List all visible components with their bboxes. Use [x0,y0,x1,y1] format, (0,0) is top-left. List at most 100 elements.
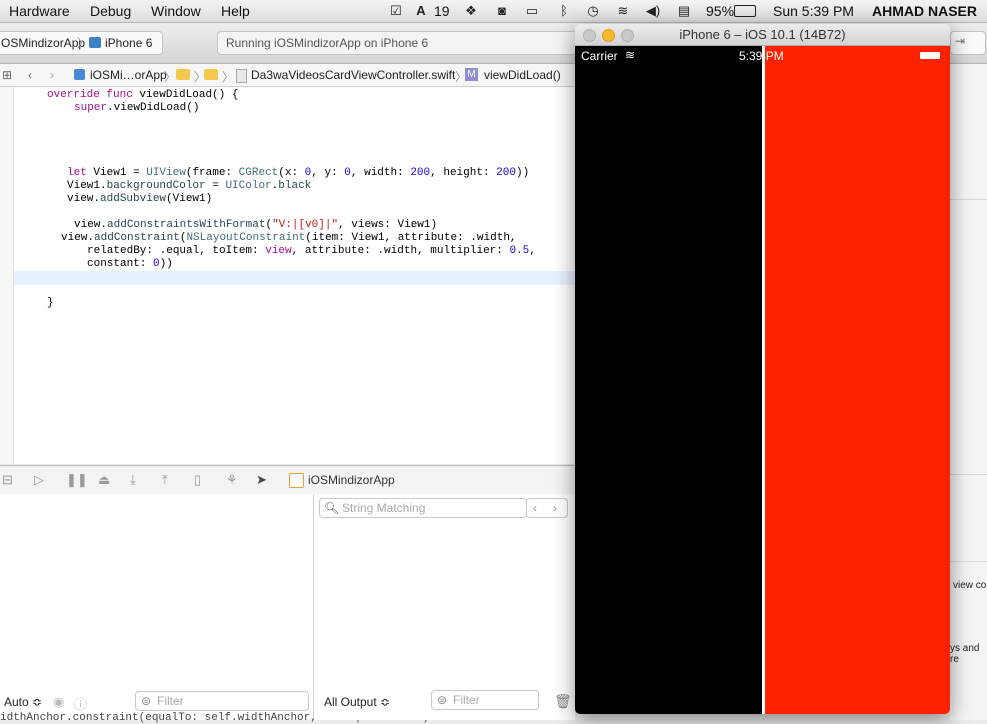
folder-icon[interactable] [204,69,218,80]
zoom-button[interactable] [621,29,634,42]
variables-filter-field[interactable]: ⊜ Filter [135,691,309,711]
scheme-selector[interactable]: OSMindizorApp 〉 iPhone 6 [0,31,163,55]
simulator-title: iPhone 6 – iOS 10.1 (14B72) [679,27,846,42]
battery-percent: 95% [706,3,735,19]
code-line: view.addConstraintsWithFormat("V:|[v0]|"… [74,219,438,231]
editor-gutter [0,87,14,464]
info-icon[interactable]: ⓘ [74,694,87,713]
menu-hardware[interactable]: Hardware [9,3,70,19]
battery-icon[interactable] [734,5,756,17]
search-placeholder: String Matching [342,501,426,515]
device-name: iPhone 6 [105,36,153,50]
console-view[interactable]: 🔍︎ String Matching ‹ › All Output ≎ ⊜ Fi… [314,494,575,720]
device-icon [89,37,101,48]
code-line: constant: 0)) [87,258,173,270]
wifi-icon: ≋ [625,48,636,62]
iphone-screen[interactable]: Carrier ≋ 5:39 PM [575,46,950,714]
code-line: super.viewDidLoad() [74,102,200,114]
trash-icon[interactable]: 🗑︎ [554,693,572,710]
code-line: view.addSubview(View1) [67,193,213,205]
project-icon [74,69,85,80]
notification-count: 19 [434,3,450,19]
jump-project[interactable]: iOSMi…orApp [90,68,167,82]
variables-view[interactable]: Auto ≎ ◉ ⓘ ⊜ Filter idthAnchor.constrain… [0,494,535,724]
inspector-peek: view co ys and re [950,64,987,720]
minimize-button[interactable] [602,29,615,42]
nav-forward-button[interactable]: ⇥ [950,31,986,55]
code-line: view.addConstraint(NSLayoutConstraint(it… [61,232,517,244]
activity-text: Running iOSMindizorApp on iPhone 6 [226,36,429,50]
clock[interactable]: Sun 5:39 PM [773,3,854,19]
variables-filter-placeholder: Filter [157,694,184,708]
user-name[interactable]: AHMAD NASER [872,3,977,19]
code-line: override func viewDidLoad() { [47,89,239,101]
menu-debug[interactable]: Debug [90,3,131,19]
activity-viewer: Running iOSMindizorApp on iPhone 6 [217,31,577,55]
back-chevron-icon[interactable]: ‹ [28,68,32,82]
wifi-icon[interactable]: ≋ [615,3,631,19]
forward-chevron-icon[interactable]: › [50,68,54,82]
carrier-label: Carrier [581,49,618,63]
code-editor[interactable]: override func viewDidLoad() { super.view… [0,87,575,464]
simulator-window[interactable]: iPhone 6 – iOS 10.1 (14B72) Carrier ≋ 5:… [575,24,950,714]
debug-target[interactable]: iOSMindizorApp [308,473,395,487]
code-line: relatedBy: .equal, toItem: view, attribu… [87,245,536,257]
jump-method[interactable]: viewDidLoad() [484,68,561,82]
memory-graph-icon[interactable]: ⚘ [226,472,238,488]
search-next-icon[interactable]: › [553,499,557,517]
code-line: let View1 = UIView(frame: CGRect(x: 0, y… [67,167,530,179]
notification-icon[interactable]: A [413,3,429,19]
red-view [765,46,950,714]
battery-icon [920,52,940,59]
pause-icon[interactable]: ❚❚ [66,472,88,488]
status-time: 5:39 PM [739,49,784,63]
console-filter-field[interactable]: ⊜ Filter [431,690,539,710]
filter-icon: ⊜ [141,694,152,708]
grid-icon[interactable]: ⊞ [2,68,12,82]
arrow-right-icon: ⇥ [955,34,966,48]
app-icon [289,473,304,488]
ios-status-bar: Carrier ≋ 5:39 PM [575,46,950,66]
menu-help[interactable]: Help [221,3,250,19]
bluetooth-icon[interactable]: ᛒ [556,3,572,19]
debug-bar: ⊟ ▷ ❚❚ ⏏ ⤓ ⤒ ▯ ⚘ ➤ iOSMindizorApp [0,465,575,495]
search-prev-icon[interactable]: ‹ [533,499,537,517]
method-icon: M [465,68,478,81]
search-icon: 🔍︎ [324,501,340,515]
hide-debug-area-icon[interactable]: ⊟ [2,472,13,488]
filter-icon: ⊜ [437,693,448,707]
step-over-icon[interactable]: ⏏ [98,472,110,488]
checkmark-status-icon[interactable]: ☑ [388,3,404,19]
inspector-text: view co [953,580,987,591]
menu-window[interactable]: Window [151,3,201,19]
simulator-titlebar[interactable]: iPhone 6 – iOS 10.1 (14B72) [575,24,950,46]
airplay-icon[interactable]: ▭ [524,3,540,19]
dropbox-icon[interactable]: ❖ [463,3,479,19]
scope-selector[interactable]: Auto ≎ [4,695,42,709]
inspector-text: ys and re [950,643,980,665]
camera-icon[interactable]: ◙ [494,3,510,19]
console-search-field[interactable]: 🔍︎ String Matching [319,498,527,518]
folder-icon[interactable] [176,69,190,80]
jump-file[interactable]: Da3waVideosCardViewController.swift [251,68,455,82]
close-button[interactable] [583,29,596,42]
search-nav-buttons[interactable]: ‹ › [526,498,568,518]
volume-icon[interactable]: ◀) [645,3,661,19]
code-line: } [47,297,54,309]
breakpoints-icon[interactable]: ▷ [34,472,44,488]
menu-bar: Hardware Debug Window Help ☑ A 19 ❖ ◙ ▭ … [0,0,987,23]
scheme-name: OSMindizorApp [1,36,86,50]
location-icon[interactable]: ➤ [256,472,267,488]
black-view [575,46,762,714]
step-out-icon[interactable]: ⤒ [162,472,168,488]
flag-icon[interactable]: ▤ [676,3,692,19]
eye-icon[interactable]: ◉ [53,694,64,710]
output-selector[interactable]: All Output ≎ [324,695,390,709]
swift-file-icon [236,69,247,83]
code-line: View1.backgroundColor = UIColor.black [67,180,312,192]
view-hierarchy-icon[interactable]: ▯ [194,472,201,488]
jump-bar: ⊞ ‹ › iOSMi…orApp 〉 〉 〉 Da3waVideosCardV… [0,64,575,87]
step-into-icon[interactable]: ⤓ [130,472,136,488]
time-machine-icon[interactable]: ◷ [585,3,601,19]
console-filter-placeholder: Filter [453,693,480,707]
